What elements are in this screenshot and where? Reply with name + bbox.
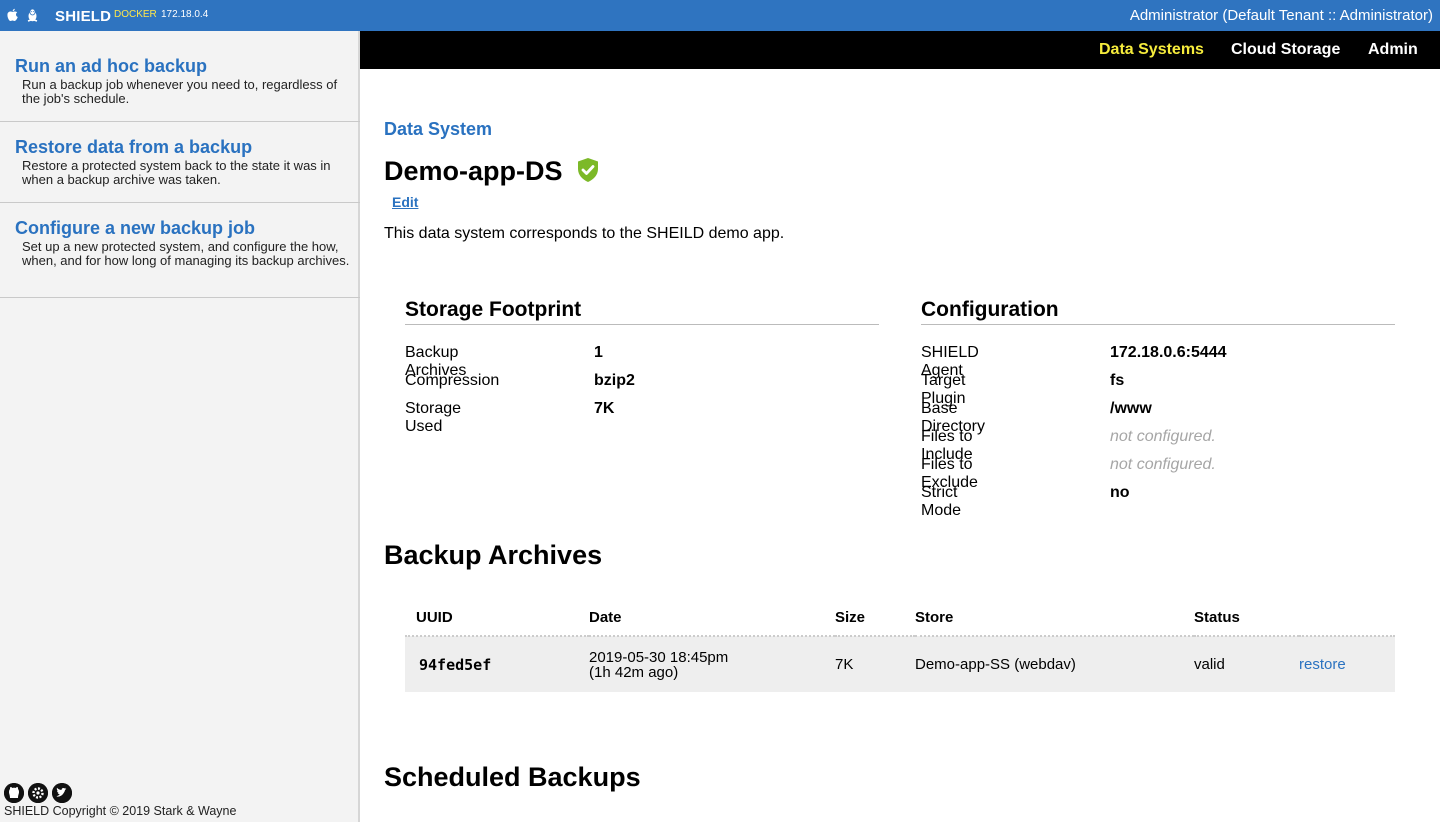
backup-archives-heading: Backup Archives — [384, 540, 603, 570]
column-header-date: Date — [589, 600, 835, 637]
archive-size: 7K — [835, 636, 915, 692]
config-value: no — [1110, 484, 1130, 501]
storage-label: Compression — [405, 372, 500, 389]
brand-name[interactable]: SHIELD — [55, 8, 111, 25]
archives-table: UUID Date Size Store Status 94fed5ef 201… — [405, 600, 1395, 692]
copyright: SHIELD Copyright © 2019 Stark & Wayne — [4, 804, 237, 818]
top-bar: SHIELD DOCKER 172.18.0.4 Administrator (… — [0, 0, 1440, 31]
page-title: Demo-app-DS — [384, 156, 563, 186]
archive-date-ago: (1h 42m ago) — [589, 663, 679, 681]
sidebar-item-title[interactable]: Configure a new backup job — [15, 218, 255, 239]
column-header-store: Store — [915, 600, 1194, 637]
sidebar-item-desc: Restore a protected system back to the s… — [22, 158, 331, 187]
configuration-panel: Configuration — [921, 298, 1395, 325]
config-value: not configured. — [1110, 428, 1216, 445]
nav-admin[interactable]: Admin — [1368, 41, 1418, 59]
breadcrumb[interactable]: Data System — [384, 119, 492, 140]
archive-date: 2019-05-30 18:45pm (1h 42m ago) — [589, 636, 835, 692]
storage-value: bzip2 — [594, 372, 635, 389]
column-header-size: Size — [835, 600, 915, 637]
twitter-icon[interactable] — [52, 783, 72, 803]
environment-label: DOCKER — [114, 9, 157, 20]
config-value: 172.18.0.6:5444 — [1110, 344, 1227, 361]
storage-footprint-heading: Storage Footprint — [405, 298, 879, 325]
storage-value: 1 — [594, 344, 603, 361]
sidebar-item-desc: Set up a new protected system, and confi… — [22, 239, 350, 268]
config-label: Strict Mode — [921, 484, 962, 519]
table-row: 94fed5ef 2019-05-30 18:45pm (1h 42m ago)… — [405, 636, 1395, 692]
sidebar-item-desc: Run a backup job whenever you need to, r… — [22, 77, 338, 106]
configuration-heading: Configuration — [921, 298, 1395, 325]
storage-footprint-panel: Storage Footprint — [405, 298, 879, 325]
nav-cloud-storage[interactable]: Cloud Storage — [1231, 41, 1340, 59]
linux-icon — [26, 8, 39, 22]
github-icon[interactable] — [4, 783, 24, 803]
scheduled-backups-heading: Scheduled Backups — [384, 762, 641, 792]
core-ip: 172.18.0.4 — [161, 9, 209, 20]
sidebar-item-configure-job[interactable]: Configure a new backup job Set up a new … — [0, 203, 360, 298]
archive-status: valid — [1194, 636, 1299, 692]
archive-uuid[interactable]: 94fed5ef — [405, 636, 589, 692]
archive-actions: restore — [1299, 636, 1395, 692]
sidebar-item-title[interactable]: Restore data from a backup — [15, 137, 252, 158]
archive-store: Demo-app-SS (webdav) — [915, 636, 1194, 692]
column-header-uuid: UUID — [405, 600, 589, 637]
sidebar-item-title[interactable]: Run an ad hoc backup — [15, 56, 207, 77]
column-header-actions — [1299, 600, 1395, 637]
apple-icon — [6, 8, 19, 22]
main-content: Data System Demo-app-DS Edit This data s… — [360, 69, 1440, 822]
storage-label: Storage Used — [405, 400, 462, 435]
sidebar-item-restore[interactable]: Restore data from a backup Restore a pro… — [0, 122, 360, 203]
main-nav: Data Systems Cloud Storage Admin — [360, 31, 1440, 69]
archive-date-value: 2019-05-30 18:45pm — [589, 648, 729, 666]
footer-icons — [4, 783, 72, 803]
storage-value: 7K — [594, 400, 615, 417]
nav-data-systems[interactable]: Data Systems — [1099, 41, 1204, 59]
table-header-row: UUID Date Size Store Status — [405, 600, 1395, 637]
sidebar-item-adhoc-backup[interactable]: Run an ad hoc backup Run a backup job wh… — [0, 31, 360, 122]
shield-check-icon — [576, 157, 600, 183]
column-header-status: Status — [1194, 600, 1299, 637]
user-menu[interactable]: Administrator (Default Tenant :: Adminis… — [1130, 7, 1433, 24]
config-value: not configured. — [1110, 456, 1216, 473]
restore-link[interactable]: restore — [1299, 656, 1346, 673]
config-value: fs — [1110, 372, 1125, 389]
settings-icon[interactable] — [28, 783, 48, 803]
sidebar: Run an ad hoc backup Run a backup job wh… — [0, 31, 360, 822]
edit-link[interactable]: Edit — [392, 194, 418, 210]
config-value: /www — [1110, 400, 1152, 417]
os-icons — [6, 8, 39, 22]
data-system-description: This data system corresponds to the SHEI… — [384, 225, 785, 242]
